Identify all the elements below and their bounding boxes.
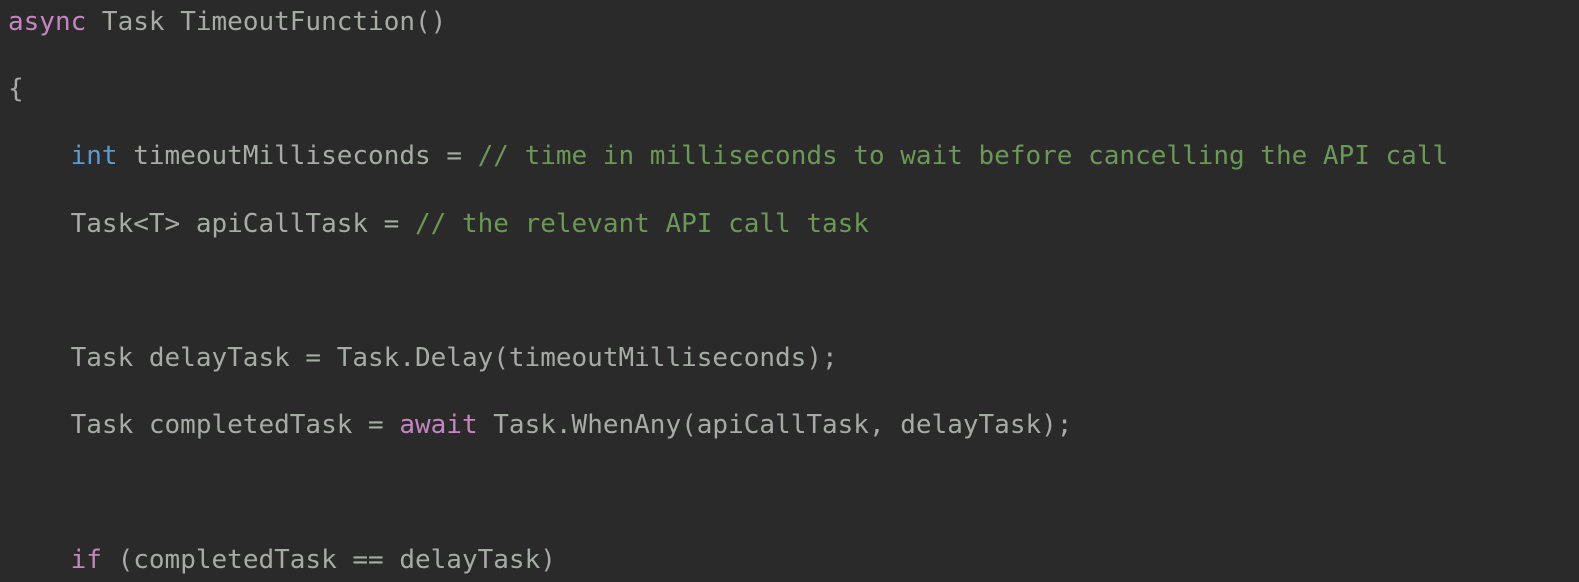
- code-token: Task TimeoutFunction(): [86, 7, 446, 37]
- code-token: Task<T> apiCallTask =: [8, 209, 415, 239]
- code-token: async: [8, 7, 86, 37]
- code-line: if (completedTask == delayTask): [8, 544, 1579, 578]
- code-token: [8, 545, 71, 575]
- code-line: async Task TimeoutFunction(): [8, 6, 1579, 40]
- code-line: int timeoutMilliseconds = // time in mil…: [8, 140, 1579, 174]
- code-line: Task delayTask = Task.Delay(timeoutMilli…: [8, 342, 1579, 376]
- code-token: // the relevant API call task: [415, 209, 869, 239]
- code-line: Task completedTask = await Task.WhenAny(…: [8, 409, 1579, 443]
- code-line: [8, 275, 1579, 309]
- code-line: Task<T> apiCallTask = // the relevant AP…: [8, 208, 1579, 242]
- code-token: timeoutMilliseconds =: [118, 141, 478, 171]
- code-token: // time in milliseconds to wait before c…: [478, 141, 1449, 171]
- code-token: Task completedTask =: [8, 410, 399, 440]
- code-token: [8, 477, 24, 507]
- code-token: await: [399, 410, 477, 440]
- code-token: (completedTask == delayTask): [102, 545, 556, 575]
- code-token: if: [71, 545, 102, 575]
- code-line: [8, 476, 1579, 510]
- code-token: [8, 141, 71, 171]
- code-line: {: [8, 73, 1579, 107]
- code-token: Task delayTask = Task.Delay(timeoutMilli…: [8, 343, 838, 373]
- code-token: int: [71, 141, 118, 171]
- code-token: Task.WhenAny(apiCallTask, delayTask);: [478, 410, 1073, 440]
- code-token: [8, 276, 24, 306]
- code-token: {: [8, 74, 24, 104]
- code-block: async Task TimeoutFunction() { int timeo…: [0, 0, 1579, 582]
